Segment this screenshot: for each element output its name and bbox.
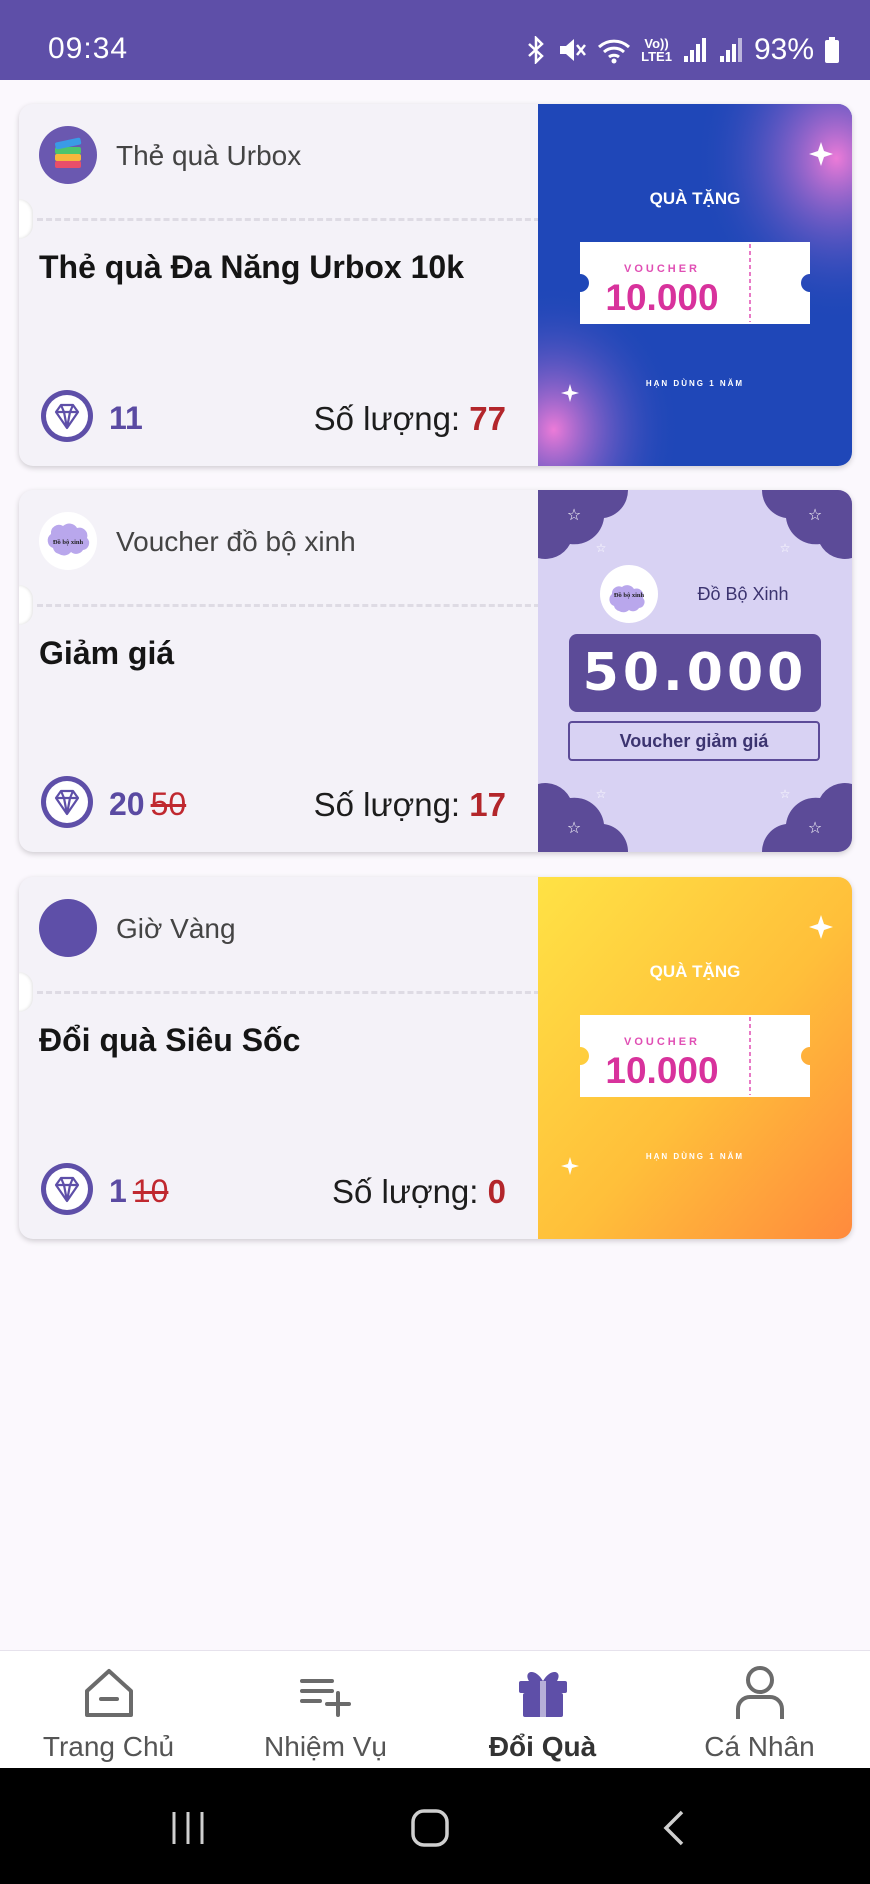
voucher-heading: QUÀ TẶNG [650, 962, 741, 981]
ticket-notch [19, 199, 33, 239]
quantity-label: Số lượng: [313, 786, 461, 823]
nav-label: Nhiệm Vụ [264, 1731, 387, 1762]
points-old: 10 [132, 1173, 169, 1209]
ticket-divider [37, 604, 549, 607]
bluetooth-icon [528, 36, 544, 64]
nav-label: Đổi Quà [488, 1731, 597, 1762]
quantity-value: 17 [469, 786, 506, 823]
quantity: Số lượng: 0 [332, 1173, 506, 1211]
diamond-icon [41, 390, 93, 442]
diamond-icon [41, 1163, 93, 1215]
nav-item-profile[interactable]: Cá Nhân [651, 1651, 868, 1769]
quantity-value: 77 [469, 400, 506, 437]
home-button-icon[interactable] [410, 1808, 450, 1848]
network-type: Vo)) LTE1 [641, 37, 672, 63]
svg-text:☆: ☆ [808, 505, 822, 524]
nav-item-home[interactable]: Trang Chủ [0, 1651, 217, 1769]
image-logo-text: Đồ bộ xinh [614, 592, 645, 599]
ticket-divider [37, 991, 549, 994]
home-icon [84, 1669, 133, 1717]
quantity: Số lượng: 17 [314, 786, 506, 824]
lte-label: LTE1 [641, 49, 672, 64]
ticket-divider [37, 218, 549, 221]
brand-name: Thẻ quà Urbox [116, 140, 302, 171]
gift-card[interactable]: Đồ bộ xinh Voucher đồ bộ xinh Giảm giá 2… [19, 490, 852, 852]
ticket-notch [19, 585, 33, 625]
bottom-navigation: Trang Chủ Nhiệm Vụ Đổi Quà Cá Nhân [0, 1650, 870, 1768]
voucher-label: VOUCHER [624, 1036, 700, 1048]
voucher-brand: Đồ Bộ Xinh [697, 584, 788, 604]
points-current: 20 [109, 786, 145, 822]
quantity-label: Số lượng: [313, 400, 461, 437]
gio-vang-logo [39, 899, 97, 957]
task-list-add-icon [299, 1679, 351, 1717]
points-value: 1 10 [109, 1173, 168, 1210]
gift-icon [518, 1671, 567, 1717]
gift-title: Giảm giá [39, 635, 175, 671]
nav-item-tasks[interactable]: Nhiệm Vụ [217, 1651, 434, 1769]
points-value: 11 [109, 400, 149, 437]
nav-label: Cá Nhân [704, 1731, 815, 1762]
svg-text:☆: ☆ [780, 787, 791, 801]
mute-icon [560, 39, 587, 61]
points-current: 1 [109, 1173, 127, 1209]
status-bar: 09:34 Vo)) LTE1 93% [0, 0, 870, 80]
points-current: 11 [109, 400, 143, 436]
quantity-value: 0 [487, 1173, 506, 1210]
nav-item-gifts[interactable]: Đổi Quà [434, 1651, 651, 1769]
quantity-label: Số lượng: [331, 1173, 479, 1210]
svg-text:☆: ☆ [808, 818, 822, 837]
wifi-icon [598, 39, 631, 64]
svg-text:☆: ☆ [780, 541, 791, 555]
signal-icon [683, 38, 706, 62]
user-icon [735, 1666, 784, 1719]
status-time: 09:34 [48, 32, 129, 65]
voucher-footer: HẠN DÙNG 1 NĂM [646, 379, 744, 388]
recent-apps-icon[interactable] [168, 1808, 208, 1848]
brand-name: Giờ Vàng [116, 913, 236, 944]
voucher-label: VOUCHER [624, 263, 700, 275]
voucher-image: QUÀ TẶNG VOUCHER 10.000 HẠN DÙNG 1 NĂM [538, 104, 852, 466]
svg-text:☆: ☆ [596, 541, 607, 555]
points-value: 20 50 [109, 786, 186, 823]
voucher-value: 50.000 [583, 643, 808, 703]
gift-card[interactable]: Giờ Vàng Đổi quà Siêu Sốc 1 10 Số lượng: … [19, 877, 852, 1239]
svg-text:☆: ☆ [567, 818, 581, 837]
voucher-caption: Voucher giảm giá [620, 731, 770, 751]
diamond-icon [41, 776, 93, 828]
back-icon[interactable] [660, 1808, 688, 1848]
voucher-value: 10.000 [605, 277, 718, 318]
voucher-heading: QUÀ TẶNG [650, 189, 741, 208]
svg-text:☆: ☆ [567, 505, 581, 524]
brand-name: Voucher đồ bộ xinh [116, 526, 356, 557]
logo-text: Đồ bộ xinh [53, 539, 84, 546]
battery-icon [825, 37, 839, 63]
system-navigation-bar [0, 1768, 870, 1884]
nav-label: Trang Chủ [42, 1731, 175, 1762]
voucher-image: ☆ ☆ ☆ ☆ ☆ ☆ ☆ ☆ Đồ bộ xinh Đồ Bộ Xinh 50… [538, 490, 852, 852]
status-icons: Vo)) LTE1 93% [525, 30, 840, 70]
svg-text:☆: ☆ [596, 787, 607, 801]
gift-title: Đổi quà Siêu Sốc [39, 1022, 301, 1058]
voucher-footer: HẠN DÙNG 1 NĂM [646, 1152, 744, 1161]
urbox-logo [39, 126, 97, 184]
voucher-value: 10.000 [605, 1050, 718, 1091]
ticket-notch [19, 972, 33, 1012]
gift-title: Thẻ quà Đa Năng Urbox 10k [39, 249, 464, 285]
voucher-image: QUÀ TẶNG VOUCHER 10.000 HẠN DÙNG 1 NĂM [538, 877, 852, 1239]
signal-icon [719, 38, 742, 62]
points-old: 50 [150, 786, 187, 822]
gift-card[interactable]: Thẻ quà Urbox Thẻ quà Đa Năng Urbox 10k … [19, 104, 852, 466]
battery-percent: 93% [753, 33, 814, 66]
quantity: Số lượng: 77 [314, 400, 506, 438]
do-bo-xinh-logo: Đồ bộ xinh [39, 512, 97, 570]
